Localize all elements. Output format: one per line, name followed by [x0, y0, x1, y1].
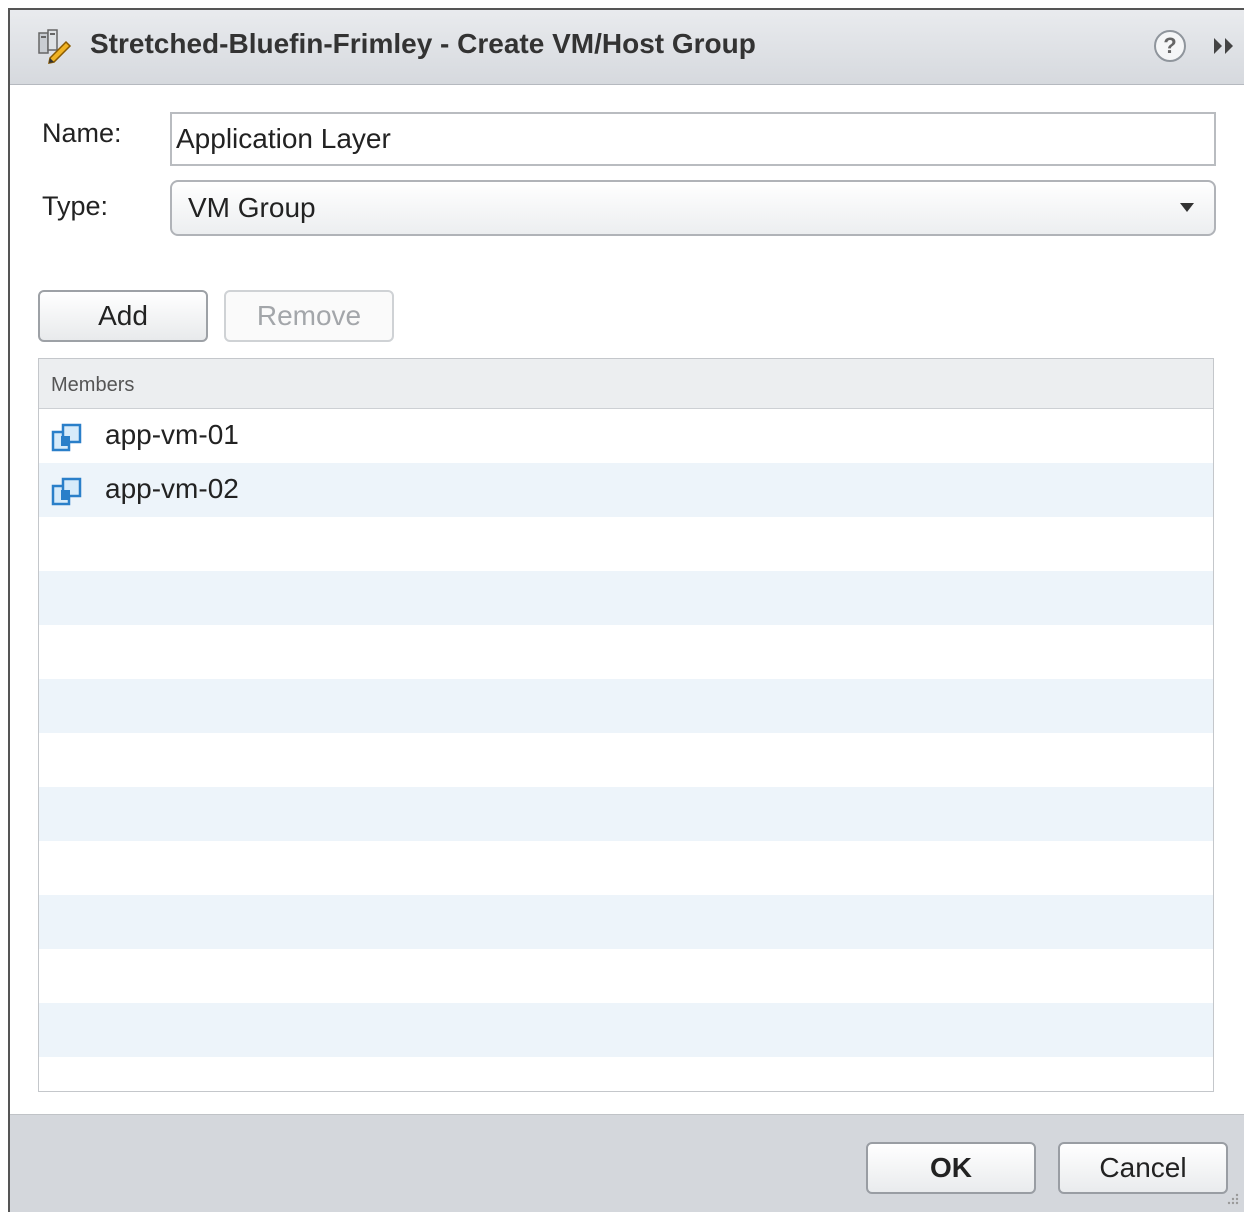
empty-row — [39, 625, 1213, 679]
empty-row — [39, 787, 1213, 841]
dialog-title: Stretched-Bluefin-Frimley - Create VM/Ho… — [90, 28, 756, 59]
table-row[interactable]: app-vm-01 — [39, 409, 1213, 463]
members-column-header[interactable]: Members — [39, 359, 1213, 409]
empty-row — [39, 733, 1213, 787]
empty-row — [39, 679, 1213, 733]
vm-icon — [51, 423, 82, 452]
resize-grip-icon[interactable] — [1224, 1192, 1240, 1208]
name-input[interactable] — [170, 112, 1216, 166]
ok-button[interactable]: OK — [866, 1142, 1036, 1194]
type-label: Type: — [42, 191, 109, 221]
empty-row — [39, 895, 1213, 949]
collapse-panel-icon[interactable] — [1210, 34, 1238, 58]
empty-row — [39, 1057, 1213, 1091]
help-icon[interactable]: ? — [1154, 30, 1186, 62]
type-selected-value: VM Group — [188, 192, 316, 223]
empty-row — [39, 841, 1213, 895]
vm-icon — [51, 477, 82, 506]
table-row[interactable]: app-vm-02 — [39, 463, 1213, 517]
cancel-button[interactable]: Cancel — [1058, 1142, 1228, 1194]
members-table[interactable]: Members app-vm-01 app-vm-02 — [38, 358, 1214, 1092]
name-label: Name: — [42, 118, 122, 148]
create-vm-host-group-dialog: Stretched-Bluefin-Frimley - Create VM/Ho… — [8, 8, 1244, 1212]
add-button[interactable]: Add — [38, 290, 208, 342]
empty-row — [39, 571, 1213, 625]
chevron-down-icon — [1180, 203, 1194, 212]
cluster-edit-icon — [38, 29, 72, 64]
remove-button[interactable]: Remove — [224, 290, 394, 342]
type-select[interactable]: VM Group — [170, 180, 1216, 236]
vm-name: app-vm-02 — [105, 473, 239, 504]
empty-row — [39, 949, 1213, 1003]
empty-row — [39, 517, 1213, 571]
dialog-titlebar[interactable]: Stretched-Bluefin-Frimley - Create VM/Ho… — [10, 10, 1244, 85]
empty-row — [39, 1003, 1213, 1057]
vm-name: app-vm-01 — [105, 419, 239, 450]
